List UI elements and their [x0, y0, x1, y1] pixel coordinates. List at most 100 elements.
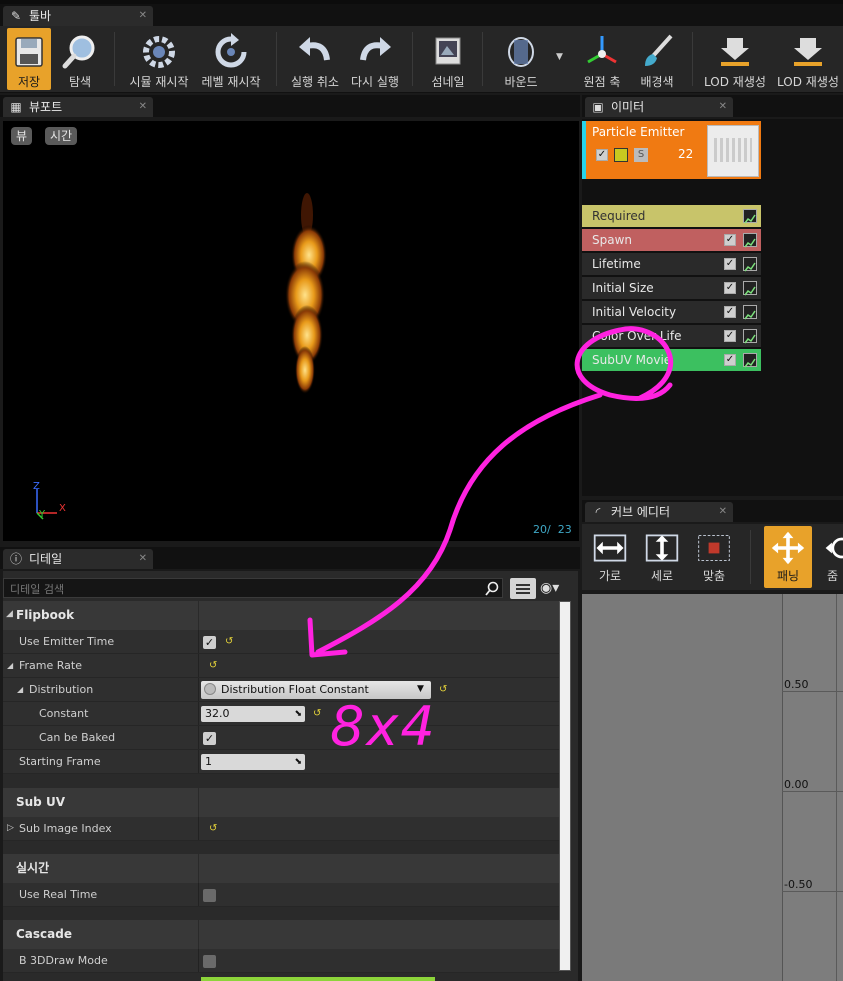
property-row: Use Real Time — [3, 883, 559, 907]
property-row: ▷ Sub Image Index ↺ — [3, 817, 559, 841]
category-real-time[interactable]: 실시간 — [3, 854, 559, 883]
redo-button[interactable]: 다시 실행 — [348, 28, 402, 90]
emitter-header[interactable]: Particle Emitter ✓ S 22 — [582, 121, 761, 179]
curve-graph-toggle-icon[interactable] — [743, 305, 757, 320]
collapse-arrow-icon[interactable]: ◢ — [7, 661, 13, 670]
category-label: Flipbook — [16, 608, 75, 622]
module-enable-checkbox[interactable]: ✓ — [724, 306, 736, 318]
zoom-button[interactable]: 줌 — [822, 526, 843, 588]
details-tabstrip: ⓘ 디테일 ✕ — [0, 547, 580, 569]
drag-handle-icon[interactable]: ⬊ — [294, 706, 302, 722]
emitter-module-item[interactable]: SubUV Movie ✓ — [582, 349, 761, 371]
axis-y-label: Y — [39, 509, 46, 520]
module-enable-checkbox[interactable]: ✓ — [724, 258, 736, 270]
emitter-module-item[interactable]: Color Over Life ✓ — [582, 325, 761, 347]
module-enable-checkbox[interactable]: ✓ — [724, 354, 736, 366]
save-button[interactable]: 저장 — [7, 28, 51, 90]
tab-emitters[interactable]: ▣ 이미터 ✕ — [585, 97, 733, 117]
zoom-label: 줌 — [826, 569, 839, 583]
curve-editor-tabstrip: ◜ 커브 에디터 ✕ — [582, 500, 843, 522]
time-button[interactable]: 시간 — [45, 127, 78, 145]
close-icon[interactable]: ✕ — [139, 97, 147, 117]
curve-graph-toggle-icon[interactable] — [743, 233, 757, 248]
emitter-module-item[interactable]: Initial Velocity ✓ — [582, 301, 761, 323]
reset-to-default-icon[interactable]: ↺ — [225, 636, 233, 647]
close-icon[interactable]: ✕ — [719, 502, 727, 522]
expand-arrow-icon[interactable]: ▷ — [7, 823, 14, 833]
viewport[interactable]: 뷰 시간 Z Y X 20/ 23 — [3, 121, 579, 541]
tab-details[interactable]: ⓘ 디테일 ✕ — [3, 549, 153, 569]
browse-button[interactable]: 탐색 — [58, 28, 102, 90]
curve-graph-toggle-icon[interactable] — [743, 257, 757, 272]
category-cascade[interactable]: Cascade — [3, 920, 559, 949]
origin-axis-button[interactable]: 원점 축 — [576, 28, 628, 90]
tab-toolbar[interactable]: ✎ 툴바 ✕ — [3, 6, 153, 26]
category-flipbook[interactable]: ◢ Flipbook — [3, 601, 559, 630]
reset-to-default-icon[interactable]: ↺ — [209, 660, 217, 671]
emitter-module-item[interactable]: Spawn ✓ — [582, 229, 761, 251]
bounds-button[interactable]: 바운드 — [496, 28, 546, 90]
fit-horizontal-button[interactable]: 가로 — [590, 526, 630, 588]
background-color-button[interactable]: 배경색 — [632, 28, 682, 90]
reset-to-default-icon[interactable]: ↺ — [313, 708, 321, 719]
thumbnail-button[interactable]: 섬네일 — [424, 28, 472, 90]
reset-to-default-icon[interactable]: ↺ — [209, 823, 217, 834]
pan-button[interactable]: 패닝 — [764, 526, 812, 588]
annotation-text: 8x4 — [330, 695, 437, 758]
restart-sim-button[interactable]: 시뮬 재시작 — [128, 28, 190, 90]
emitter-module-item[interactable]: Required — [582, 205, 761, 227]
chevron-down-icon: ▼ — [417, 684, 424, 694]
bounds-dropdown-arrow-icon[interactable]: ▼ — [556, 52, 563, 62]
b3d-draw-mode-checkbox[interactable] — [203, 955, 216, 968]
emitter-module-item[interactable]: Lifetime ✓ — [582, 253, 761, 275]
emitter-module-item[interactable]: Initial Size ✓ — [582, 277, 761, 299]
view-mode-button[interactable]: 뷰 — [11, 127, 33, 145]
category-sub-uv[interactable]: Sub UV — [3, 788, 559, 817]
use-emitter-time-checkbox[interactable]: ✓ — [203, 636, 216, 649]
emitter-enable-checkbox[interactable]: ✓ — [596, 149, 608, 161]
curve-graph-area[interactable]: 0.50 0.00 -0.50 — [582, 594, 843, 981]
curve-graph-toggle-icon[interactable] — [743, 209, 757, 224]
toolbar-separator — [276, 32, 277, 86]
property-matrix-button[interactable] — [510, 578, 536, 599]
module-enable-checkbox[interactable]: ✓ — [724, 234, 736, 246]
close-icon[interactable]: ✕ — [139, 549, 147, 569]
module-enable-checkbox[interactable]: ✓ — [724, 330, 736, 342]
undo-button[interactable]: 실행 취소 — [286, 28, 344, 90]
close-icon[interactable]: ✕ — [719, 97, 727, 117]
restart-level-button[interactable]: 레벨 재시작 — [198, 28, 264, 90]
close-icon[interactable]: ✕ — [139, 6, 147, 26]
thumbnail-icon — [435, 37, 461, 65]
starting-frame-input[interactable]: 1 ⬊ — [201, 754, 305, 770]
regen-lod-button-2[interactable]: LOD 재생성 — [774, 28, 842, 90]
module-enable-checkbox[interactable]: ✓ — [724, 282, 736, 294]
color-bar — [201, 977, 435, 981]
curve-graph-toggle-icon[interactable] — [743, 353, 757, 368]
constant-input[interactable]: 32.0 ⬊ — [201, 706, 305, 722]
tab-toolbar-label: 툴바 — [29, 9, 52, 23]
column-divider — [198, 788, 199, 817]
use-real-time-checkbox[interactable] — [203, 889, 216, 902]
curve-graph-toggle-icon[interactable] — [743, 329, 757, 344]
drag-handle-icon[interactable]: ⬊ — [294, 754, 302, 770]
can-be-baked-checkbox[interactable]: ✓ — [203, 732, 216, 745]
toolbar-separator — [750, 530, 751, 584]
details-search-field[interactable]: 디테일 검색 — [3, 578, 503, 598]
curve-graph-toggle-icon[interactable] — [743, 281, 757, 296]
emitter-solo-button[interactable]: S — [634, 148, 648, 162]
emitter-render-mode-icon[interactable] — [614, 148, 628, 162]
tab-curve-editor[interactable]: ◜ 커브 에디터 ✕ — [585, 502, 733, 522]
details-scrollbar[interactable] — [559, 601, 571, 971]
viewport-tabstrip: ▦ 뷰포트 ✕ — [0, 95, 580, 117]
collapse-arrow-icon[interactable]: ◢ — [17, 685, 23, 694]
info-icon: ⓘ — [9, 552, 22, 566]
fit-button[interactable]: 맞춤 — [694, 526, 734, 588]
tab-viewport[interactable]: ▦ 뷰포트 ✕ — [3, 97, 153, 117]
eye-icon[interactable]: ◉▾ — [540, 580, 559, 596]
property-label: Can be Baked — [39, 731, 116, 744]
reset-to-default-icon[interactable]: ↺ — [439, 684, 447, 695]
fit-vertical-button[interactable]: 세로 — [642, 526, 682, 588]
toolbar: 저장 탐색 시뮬 재시작 레벨 재시작 실행 취소 다시 실행 섬네일 바운드 … — [0, 26, 843, 93]
search-icon[interactable] — [484, 581, 500, 597]
regen-lod-button[interactable]: LOD 재생성 — [702, 28, 768, 90]
